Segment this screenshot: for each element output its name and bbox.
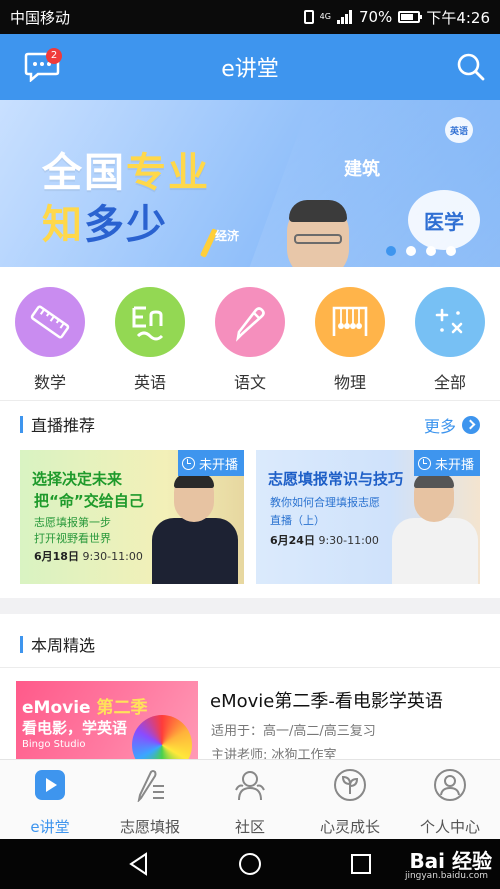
clock-icon — [181, 456, 195, 470]
back-icon[interactable] — [126, 851, 152, 877]
status-bar: 中国移动 4G 70% 下午4:26 — [0, 0, 500, 34]
section-header-live: 直播推荐 — [20, 413, 95, 435]
en-letters-icon — [132, 306, 164, 341]
banner-bubble-architecture: 建筑 — [344, 159, 380, 180]
live-card[interactable]: 选择决定未来 把“命”交给自己 志愿填报第一步 打开视野看世界 6月18日 9:… — [20, 450, 244, 584]
pen-list-icon — [137, 770, 164, 804]
ruler-icon — [30, 305, 70, 339]
lecturer-photo — [392, 474, 478, 584]
category-label: 英语 — [133, 373, 166, 392]
banner-headline-2: 知多少 — [42, 202, 168, 248]
category-label: 全部 — [433, 373, 466, 392]
carousel-dot[interactable] — [406, 246, 416, 256]
signal-icon — [336, 10, 353, 24]
tab-application[interactable]: 志愿填报 — [100, 768, 200, 837]
search-button[interactable] — [456, 52, 486, 82]
more-link[interactable]: 更多 — [424, 413, 480, 437]
clock-icon — [417, 456, 431, 470]
section-title: 直播推荐 — [31, 416, 96, 435]
page-title: e讲堂 — [221, 57, 279, 82]
course-thumbnail[interactable]: eMovie 第二季 看电影，学英语 Bingo Studio — [16, 681, 198, 759]
tab-profile[interactable]: 个人中心 — [400, 768, 500, 837]
category-label: 数学 — [33, 373, 66, 392]
banner-headline-1: 全国专业 — [42, 150, 210, 196]
watermark: Bai 经验 — [409, 849, 492, 873]
carousel-dot[interactable] — [446, 246, 456, 256]
live-card-schedule: 6月24日 9:30-11:00 — [270, 534, 379, 547]
carousel-dot[interactable] — [426, 246, 436, 256]
promo-banner[interactable]: 全国专业 知多少 建筑 医学 经济 英语 — [0, 100, 500, 267]
community-icon — [235, 771, 265, 801]
section-header-weekly: 本周精选 — [20, 633, 95, 655]
lecturer-photo — [152, 474, 238, 584]
category-english[interactable]: 英语 — [110, 287, 190, 393]
chevron-right-icon — [462, 416, 480, 434]
live-card-subtitle: 志愿填报第一步 — [34, 516, 111, 529]
live-card[interactable]: 志愿填报常识与技巧 教你如何合理填报志愿 直播（上） 6月24日 9:30-11… — [256, 450, 480, 584]
live-card-title: 选择决定未来 — [32, 470, 123, 488]
category-math[interactable]: 数学 — [10, 287, 90, 393]
banner-bubble-economics: 经济 — [214, 228, 239, 243]
course-title[interactable]: eMovie第二季-看电影学英语 — [210, 687, 443, 713]
message-count-badge: 2 — [46, 48, 62, 64]
sprout-icon — [334, 769, 366, 801]
rainbow-graphic — [132, 715, 192, 759]
banner-bubble-english: 英语 — [445, 117, 473, 143]
carousel-indicator — [386, 246, 456, 256]
carrier-name: 中国移动 — [10, 8, 71, 27]
status-indicators: 4G 70% 下午4:26 — [303, 7, 490, 28]
recents-icon[interactable] — [348, 851, 374, 877]
pencil-icon — [236, 307, 265, 342]
banner-bubble-medicine: 医学 — [408, 190, 480, 250]
tab-e-lecture[interactable]: e讲堂 — [0, 768, 100, 837]
watermark-url: jingyan.baidu.com — [404, 871, 488, 881]
category-label: 语文 — [233, 373, 266, 392]
bottom-tab-bar: e讲堂 志愿填报 社区 心灵成长 个人中心 — [0, 759, 500, 839]
live-card-schedule: 6月18日 9:30-11:00 — [34, 550, 143, 563]
live-status-badge: 未开播 — [177, 450, 244, 476]
live-card-title-2: 把“命”交给自己 — [34, 492, 144, 510]
person-icon — [434, 769, 466, 801]
live-card-subtitle-2: 打开视野看世界 — [34, 532, 111, 545]
tab-community[interactable]: 社区 — [200, 768, 300, 837]
home-icon[interactable] — [237, 851, 263, 877]
battery-percent: 70% — [358, 8, 393, 26]
clock-time: 下午4:26 — [426, 8, 490, 27]
network-type: 4G — [319, 12, 331, 21]
live-status-badge: 未开播 — [413, 450, 480, 476]
category-physics[interactable]: 物理 — [310, 287, 390, 393]
newtons-cradle-icon — [332, 306, 368, 336]
section-title: 本周精选 — [31, 636, 96, 655]
live-card-title: 志愿填报常识与技巧 — [268, 470, 404, 488]
category-label: 物理 — [333, 373, 366, 392]
app-header: 2 e讲堂 — [0, 34, 500, 100]
battery-icon — [398, 11, 423, 23]
category-grid: 数学 英语 语文 物理 全部 — [0, 275, 500, 395]
plus-multiply-icon — [435, 308, 463, 334]
live-card-subtitle-2: 直播（上） — [270, 514, 325, 527]
play-icon — [35, 770, 65, 800]
lecturer-photo — [262, 200, 402, 267]
category-all[interactable]: 全部 — [410, 287, 490, 393]
tab-growth[interactable]: 心灵成长 — [300, 768, 400, 837]
course-audience: 适用于：高一/高二/高三复习 — [211, 724, 376, 739]
live-card-subtitle: 教你如何合理填报志愿 — [270, 496, 380, 509]
category-chinese[interactable]: 语文 — [210, 287, 290, 393]
search-icon — [457, 53, 485, 81]
vibrate-icon — [303, 10, 314, 24]
carousel-dot[interactable] — [386, 246, 396, 256]
